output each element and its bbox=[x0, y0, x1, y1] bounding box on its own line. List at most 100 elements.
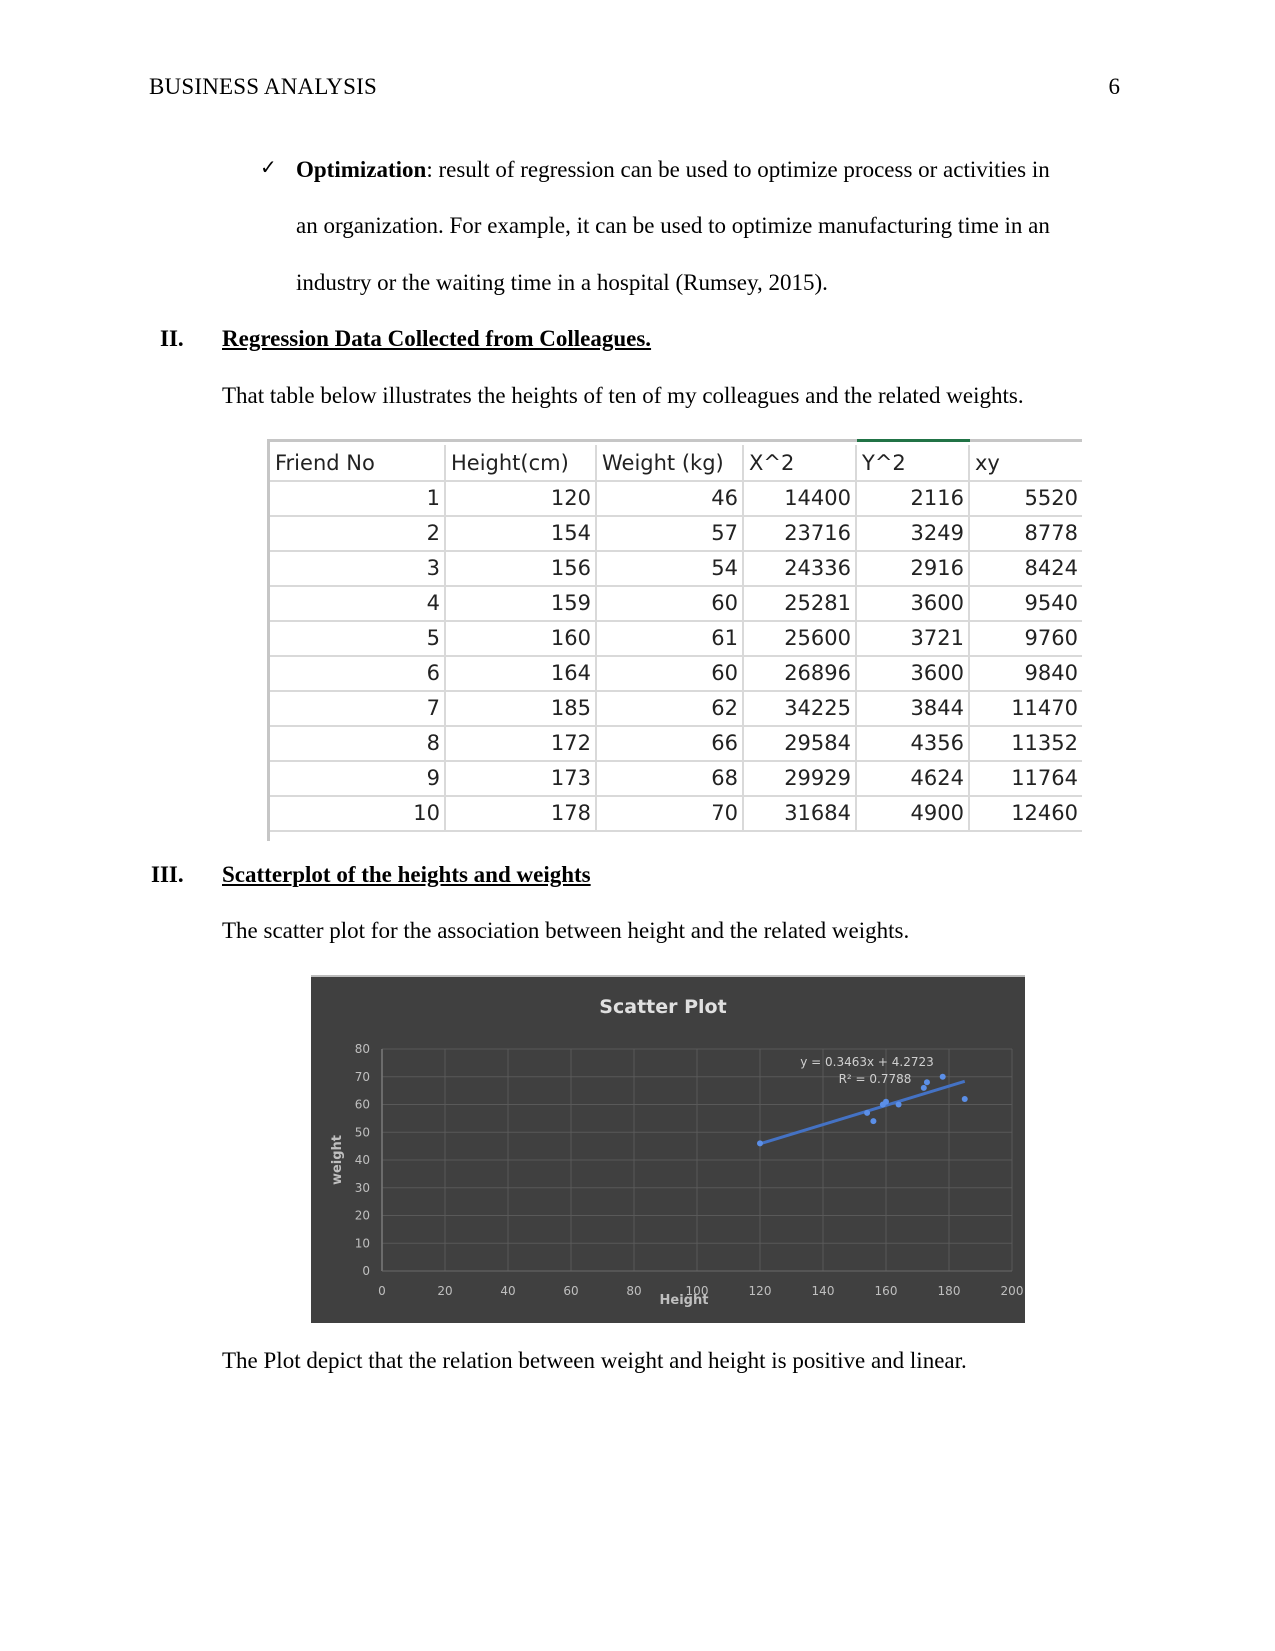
running-head: BUSINESS ANALYSIS bbox=[149, 74, 377, 99]
table-cell: 156 bbox=[446, 550, 597, 585]
section-3-title: Scatterplot of the heights and weights bbox=[222, 862, 591, 887]
checkmark-icon: ✓ bbox=[260, 155, 277, 179]
table-cell: 3600 bbox=[857, 655, 970, 690]
table-row: 7 185 62 34225 3844 11470 bbox=[270, 690, 1082, 727]
data-point bbox=[883, 1098, 889, 1105]
bullet-text: : result of regression can be used to op… bbox=[426, 157, 1050, 182]
table-cell: 31684 bbox=[744, 795, 857, 830]
data-point bbox=[895, 1101, 902, 1108]
table-cell: 173 bbox=[446, 760, 597, 795]
scatter-chart: 0 10 20 30 40 50 60 70 80 0 20 40 60 80 100 120 140 160 18… bbox=[311, 977, 1025, 1323]
table-cell: 9760 bbox=[1024, 626, 1078, 650]
chart-y-axis-label: weight bbox=[330, 1135, 345, 1185]
y-tick-label: 60 bbox=[355, 1098, 370, 1112]
table-cell: 2116 bbox=[857, 480, 970, 515]
y-tick-label: 20 bbox=[355, 1209, 370, 1223]
x-tick-label: 0 bbox=[378, 1284, 386, 1298]
table-cell: 66 bbox=[597, 725, 744, 760]
table-cell: 46 bbox=[597, 480, 744, 515]
table-cell: 14400 bbox=[744, 480, 857, 515]
x-tick-label: 180 bbox=[938, 1284, 961, 1298]
table-header-cell: X^2 bbox=[744, 445, 857, 480]
table-cell: 9 bbox=[270, 760, 446, 795]
x-tick-label: 80 bbox=[626, 1284, 641, 1298]
scatter-chart-svg: 010203040506070800 20 40 60 80 100 120 140 160 18… bbox=[330, 996, 1023, 1308]
data-point bbox=[870, 1118, 877, 1125]
bullet-term: Optimization bbox=[296, 157, 427, 182]
table-cell: 5 bbox=[270, 620, 446, 655]
table-cell: 25600 bbox=[744, 620, 857, 655]
table-cell: 159 bbox=[446, 585, 597, 620]
table-row: 9 173 68 29929 4624 11764 bbox=[270, 760, 1082, 797]
data-point bbox=[939, 1073, 946, 1080]
table-cell: 8 bbox=[270, 725, 446, 760]
table-cell: 120 bbox=[446, 480, 597, 515]
table-cell: 172 bbox=[446, 725, 597, 760]
table-row: 8 172 66 29584 4356 11352 bbox=[270, 725, 1082, 762]
table-cell: 185 bbox=[446, 690, 597, 725]
bullet-line-1: Optimization: result of regression can b… bbox=[296, 157, 1050, 183]
table-header-row: Friend No Height(cm) Weight (kg) X^2 Y^2 xy bbox=[270, 445, 1082, 482]
table-cell: 8424 bbox=[1024, 556, 1078, 580]
table-row: 1 120 46 14400 2116 5520 bbox=[270, 480, 1082, 517]
table-cell: 164 bbox=[446, 655, 597, 690]
table-cell: 12460 bbox=[1011, 801, 1078, 825]
y-tick-label: 70 bbox=[355, 1070, 370, 1084]
table-cell: 68 bbox=[597, 760, 744, 795]
table-cell: 62 bbox=[597, 690, 744, 725]
table-row: 2 154 57 23716 3249 8778 bbox=[270, 515, 1082, 552]
table-row: 5 160 61 25600 3721 9760 bbox=[270, 620, 1082, 657]
page-number: 6 bbox=[1108, 74, 1121, 99]
table-cell: 60 bbox=[597, 655, 744, 690]
table-cell: 54 bbox=[597, 550, 744, 585]
conclusion-paragraph: The Plot depict that the relation betwee… bbox=[222, 1348, 967, 1373]
table-cell: 2916 bbox=[857, 550, 970, 585]
table-cell: 11764 bbox=[1011, 766, 1078, 790]
y-tick-label: 50 bbox=[355, 1125, 370, 1139]
table-cell: 34225 bbox=[744, 690, 857, 725]
table-cell: 23716 bbox=[744, 515, 857, 550]
bullet-line-2: an organization. For example, it can be … bbox=[296, 213, 1050, 238]
table-cell: 3600 bbox=[857, 585, 970, 620]
table-header-cell: Weight (kg) bbox=[597, 445, 744, 480]
data-point bbox=[961, 1095, 968, 1102]
chart-title: Scatter Plot bbox=[599, 996, 726, 1018]
section-2-title: Regression Data Collected from Colleague… bbox=[222, 326, 652, 351]
table-cell: 11470 bbox=[1011, 696, 1078, 720]
table-cell: 3721 bbox=[857, 620, 970, 655]
trendline bbox=[759, 1079, 966, 1146]
table-header-cell: Height(cm) bbox=[446, 445, 597, 480]
y-tick-label: 40 bbox=[355, 1153, 370, 1167]
trendline-equation: y = 0.3463x + 4.2723 bbox=[800, 1055, 934, 1069]
chart-gridlines bbox=[381, 1048, 1013, 1272]
table-cell: 25281 bbox=[744, 585, 857, 620]
trendline-r-squared: R² = 0.7788 bbox=[839, 1072, 912, 1086]
data-point bbox=[920, 1084, 927, 1091]
table-cell: 1 bbox=[270, 480, 446, 515]
data-point bbox=[923, 1079, 930, 1086]
y-tick-label: 80 bbox=[355, 1042, 370, 1056]
table-cell: 5520 bbox=[1024, 486, 1078, 510]
x-tick-label: 160 bbox=[875, 1284, 898, 1298]
section-3-number: III. bbox=[151, 862, 184, 887]
table-cell: 2 bbox=[270, 515, 446, 550]
table-row: 3 156 54 24336 2916 8424 bbox=[270, 550, 1082, 587]
table-cell: 4624 bbox=[857, 760, 970, 795]
section-2-number: II. bbox=[160, 326, 184, 351]
x-tick-label: 60 bbox=[563, 1284, 578, 1298]
table-cell: 3249 bbox=[857, 515, 970, 550]
table-cell: 24336 bbox=[744, 550, 857, 585]
table-cell: 4356 bbox=[857, 725, 970, 760]
x-tick-label: 120 bbox=[749, 1284, 772, 1298]
table-cell: 29929 bbox=[744, 760, 857, 795]
table-row: 4 159 60 25281 3600 9540 bbox=[270, 585, 1082, 622]
chart-x-axis-label: Height bbox=[660, 1293, 709, 1308]
x-tick-label: 140 bbox=[812, 1284, 835, 1298]
data-point bbox=[757, 1140, 763, 1147]
table-cell: 4900 bbox=[857, 795, 970, 830]
table-cell: 178 bbox=[446, 795, 597, 830]
table-cell: 9840 bbox=[1024, 661, 1078, 685]
data-point bbox=[864, 1109, 871, 1116]
table-header-cell: Y^2 bbox=[857, 445, 970, 480]
table-cell: 70 bbox=[597, 795, 744, 830]
